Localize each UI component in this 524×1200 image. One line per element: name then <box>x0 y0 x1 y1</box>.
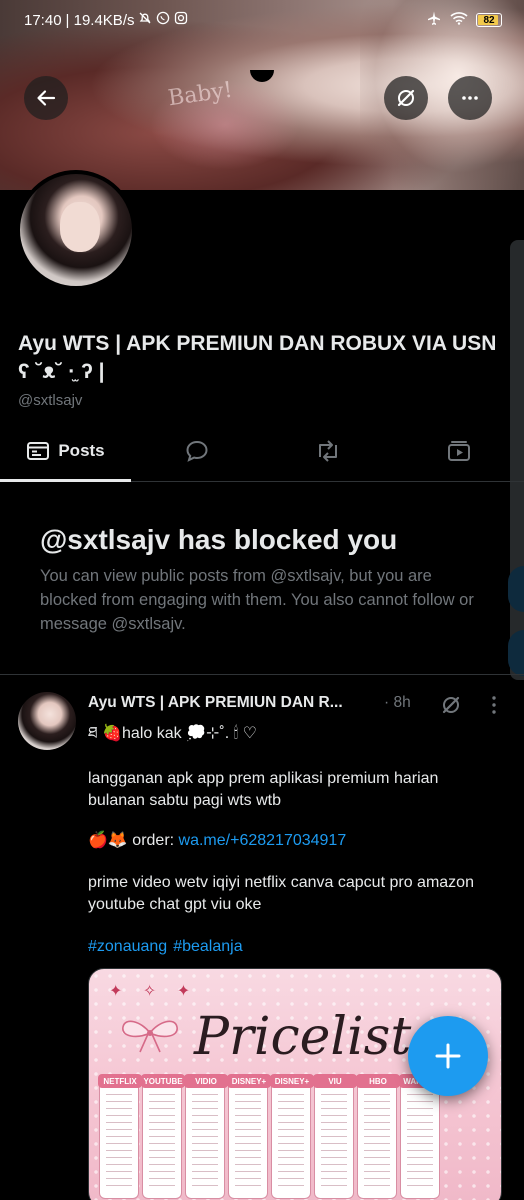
more-options-button[interactable] <box>448 76 492 120</box>
back-button[interactable] <box>24 76 68 120</box>
grok-icon <box>397 89 415 107</box>
edge-panel-handle[interactable] <box>508 566 524 612</box>
price-column: YOUTUBE <box>141 1074 185 1199</box>
instagram-icon <box>174 11 188 29</box>
price-column: HBO <box>356 1074 400 1199</box>
plus-icon <box>435 1043 461 1069</box>
whatsapp-icon <box>156 11 170 29</box>
tab-media[interactable] <box>393 420 524 481</box>
profile-avatar[interactable] <box>16 170 136 290</box>
banner-text: Baby! <box>166 77 235 112</box>
post-avatar[interactable] <box>18 692 76 750</box>
post-author[interactable]: Ayu WTS | APK PREMIUN DAN R... <box>88 694 378 712</box>
price-column: NETFLIX <box>98 1074 142 1199</box>
order-prefix: 🍎🦊 order: <box>88 832 179 849</box>
price-column: VIU <box>313 1074 357 1199</box>
decorative-stars: ✦ ✧ ✦ <box>109 983 199 1000</box>
wifi-icon <box>450 11 468 29</box>
tab-replies[interactable] <box>131 420 262 481</box>
more-horizontal-icon <box>462 96 478 100</box>
reply-icon <box>185 440 208 462</box>
battery-level: 82 <box>483 14 495 26</box>
post-grok-icon[interactable] <box>440 694 462 721</box>
divider <box>0 674 524 675</box>
hashtag-zonauang[interactable]: #zonauang <box>88 938 167 955</box>
grok-button[interactable] <box>384 76 428 120</box>
profile-handle: @sxtlsajv <box>18 392 83 409</box>
tab-reposts[interactable] <box>262 420 393 481</box>
blocked-title: @sxtlsajv has blocked you <box>40 524 398 555</box>
post-text-line2: langganan apk app prem aplikasi premium … <box>88 770 439 809</box>
order-link[interactable]: wa.me/+628217034917 <box>179 832 347 849</box>
edge-panel-handle-2[interactable] <box>508 630 524 676</box>
media-icon <box>447 440 470 461</box>
price-column: DISNEY+ <box>270 1074 314 1199</box>
profile-tabs: Posts <box>0 420 524 482</box>
price-column: VIDIO <box>184 1074 228 1199</box>
hashtag-bealanja[interactable]: #bealanja <box>173 938 242 955</box>
battery-indicator: 82 <box>476 13 502 27</box>
price-column: DISNEY+ <box>227 1074 271 1199</box>
post-text-line4: prime video wetv iqiyi netflix canva cap… <box>88 874 474 913</box>
tab-posts[interactable]: Posts <box>0 420 131 482</box>
status-time: 17:40 <box>24 11 62 29</box>
post-order-line: 🍎🦊 order: wa.me/+628217034917 <box>88 830 498 852</box>
price-column: WARNER <box>399 1074 443 1199</box>
bow-icon <box>122 1020 178 1053</box>
post-header: Ayu WTS | APK PREMIUN DAN R... · 8h <box>88 694 411 712</box>
post-more-icon[interactable] <box>486 694 502 721</box>
post-text-line1: ཐ 🍓halo kak 💭⊹˚. 🕯 ♡ <box>88 725 257 742</box>
media-title: Pricelist <box>194 1007 412 1067</box>
tab-posts-label: Posts <box>58 440 105 460</box>
post-hashtags: #zonauang #bealanja <box>88 936 498 958</box>
repost-icon <box>318 439 337 462</box>
mute-icon <box>138 11 152 29</box>
airplane-icon <box>426 10 442 30</box>
blocked-description: You can view public posts from @sxtlsajv… <box>40 567 474 633</box>
compose-post-button[interactable] <box>408 1016 488 1096</box>
profile-name: Ayu WTS | APK PREMIUN DAN ROBUX VIA USN … <box>18 332 497 383</box>
status-bar: 17:40 | 19.4KB/s 82 <box>0 0 524 40</box>
arrow-left-icon <box>37 90 56 106</box>
network-speed: | 19.4KB/s <box>65 11 135 29</box>
pricelist-grid: NETFLIX YOUTUBE VIDIO DISNEY+ DISNEY+ VI… <box>98 1074 443 1199</box>
post-time: · 8h <box>384 694 411 711</box>
posts-icon <box>27 441 50 460</box>
